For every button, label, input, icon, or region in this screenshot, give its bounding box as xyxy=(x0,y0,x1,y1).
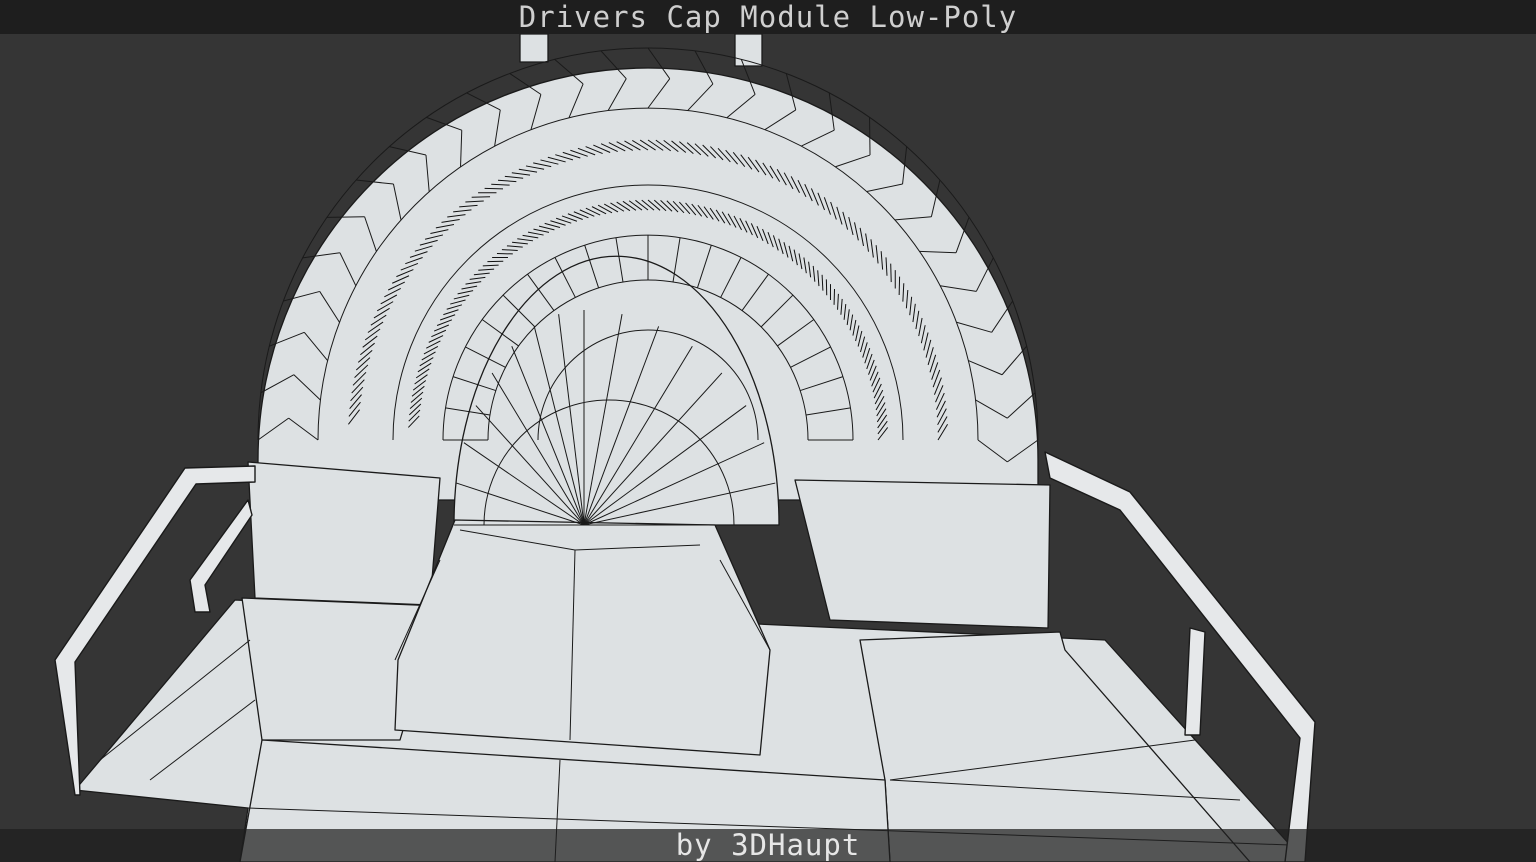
arch-tri xyxy=(327,216,365,218)
title-bar: Drivers Cap Module Low-Poly xyxy=(0,0,1536,34)
mesh-surfaces xyxy=(74,33,1301,862)
handrail-left-inner xyxy=(189,499,253,613)
groove-edge xyxy=(471,196,491,198)
model-title: Drivers Cap Module Low-Poly xyxy=(518,0,1018,34)
groove-edge xyxy=(890,263,892,283)
credit-bar: by 3DHaupt xyxy=(0,829,1536,862)
side-block-right xyxy=(794,479,1051,629)
3d-viewport xyxy=(0,0,1536,862)
side-block-left xyxy=(247,461,441,606)
center-console xyxy=(394,519,771,756)
rear-post-left xyxy=(519,33,549,63)
author-credit: by 3DHaupt xyxy=(675,828,861,862)
handrail-right-post xyxy=(1184,627,1206,736)
wireframe-render xyxy=(54,33,1316,862)
